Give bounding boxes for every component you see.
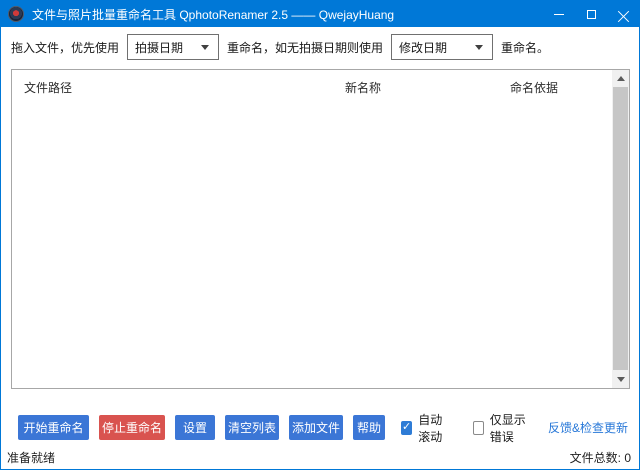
close-icon: [618, 9, 629, 20]
errors-only-checkbox[interactable]: 仅显示错误: [473, 411, 534, 445]
fallback-date-select-value: 修改日期: [399, 39, 475, 56]
drop-files-prefix-label: 拖入文件，优先使用: [11, 39, 119, 56]
maximize-icon: [587, 10, 596, 19]
title-bar[interactable]: 文件与照片批量重命名工具 QphotoRenamer 2.5 —— Qwejay…: [1, 1, 639, 27]
toolbar: 开始重命名 停止重命名 设置 清空列表 添加文件 帮助 自动滚动 仅显示错误 反…: [18, 415, 628, 440]
rename-middle-label: 重命名，如无拍摄日期则使用: [227, 39, 383, 56]
close-button[interactable]: [607, 1, 639, 27]
feedback-update-link[interactable]: 反馈&检查更新: [548, 419, 628, 436]
window-title: 文件与照片批量重命名工具 QphotoRenamer 2.5 —— Qwejay…: [32, 6, 394, 23]
column-header-basis[interactable]: 命名依据: [510, 79, 558, 96]
file-count-text: 文件总数: 0: [570, 449, 631, 466]
scrollbar-thumb[interactable]: [613, 87, 628, 370]
maximize-button[interactable]: [575, 1, 607, 27]
app-icon: [8, 6, 24, 22]
rename-suffix-label: 重命名。: [501, 39, 549, 56]
clear-list-button[interactable]: 清空列表: [225, 415, 279, 440]
primary-date-select-value: 拍摄日期: [135, 39, 201, 56]
column-header-newname[interactable]: 新名称: [345, 79, 381, 96]
scroll-down-button[interactable]: [612, 371, 629, 388]
start-rename-button[interactable]: 开始重命名: [18, 415, 89, 440]
chevron-down-icon: [475, 45, 483, 50]
errors-only-checkbox-label: 仅显示错误: [490, 411, 534, 445]
vertical-scrollbar[interactable]: [612, 70, 629, 388]
checkbox-icon[interactable]: [473, 421, 484, 435]
status-bar: 准备就绪 文件总数: 0: [1, 445, 639, 469]
help-button[interactable]: 帮助: [353, 415, 385, 440]
autoscroll-checkbox-label: 自动滚动: [418, 411, 453, 445]
settings-button[interactable]: 设置: [175, 415, 215, 440]
status-text: 准备就绪: [7, 449, 55, 466]
chevron-down-icon: [201, 45, 209, 50]
file-list[interactable]: 文件路径 新名称 命名依据: [11, 69, 630, 389]
triangle-down-icon: [617, 377, 625, 382]
options-bar: 拖入文件，优先使用 拍摄日期 重命名，如无拍摄日期则使用 修改日期 重命名。: [11, 34, 631, 60]
primary-date-select[interactable]: 拍摄日期: [127, 34, 219, 60]
window-controls: [543, 1, 639, 27]
triangle-up-icon: [617, 76, 625, 81]
column-header-filepath[interactable]: 文件路径: [24, 79, 72, 96]
stop-rename-button[interactable]: 停止重命名: [99, 415, 165, 440]
app-window: 文件与照片批量重命名工具 QphotoRenamer 2.5 —— Qwejay…: [0, 0, 640, 470]
checkbox-icon[interactable]: [401, 421, 412, 435]
add-files-button[interactable]: 添加文件: [289, 415, 343, 440]
minimize-button[interactable]: [543, 1, 575, 27]
scroll-up-button[interactable]: [612, 70, 629, 87]
autoscroll-checkbox[interactable]: 自动滚动: [401, 411, 453, 445]
minimize-icon: [554, 14, 564, 15]
fallback-date-select[interactable]: 修改日期: [391, 34, 493, 60]
